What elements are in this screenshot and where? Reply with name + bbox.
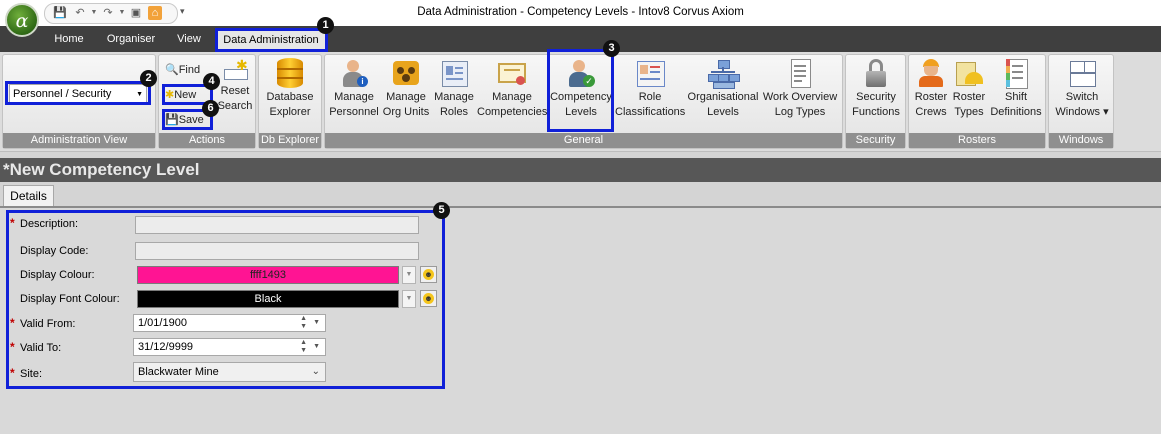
title-bar: α 💾 ↶ ▼ ↷ ▼ ▣ ⌂ ▾ Data Administration - … — [0, 0, 1161, 37]
group-label: Actions — [159, 133, 255, 148]
tab-organiser[interactable]: Organiser — [100, 26, 162, 52]
roster-types-label-2: Types — [954, 106, 984, 118]
callout-badge-3: 3 — [603, 40, 620, 57]
role-classifications-button[interactable]: Role Classifications — [615, 58, 685, 120]
shift-definitions-button[interactable]: Shift Definitions — [987, 58, 1045, 120]
manage-roles-button[interactable]: Manage Roles — [433, 58, 475, 120]
callout-badge-2: 2 — [140, 70, 157, 87]
callout-highlight-1 — [215, 28, 328, 52]
document-header: *New Competency Level — [0, 158, 1161, 182]
manage-personnel-label-2: Personnel — [329, 106, 379, 118]
shift-definitions-icon — [1000, 58, 1032, 89]
group-security: Security Functions Security — [845, 54, 906, 149]
manage-roles-label-1: Manage — [434, 91, 474, 103]
security-functions-label-2: Functions — [852, 106, 900, 118]
window-title: Data Administration - Competency Levels … — [417, 6, 744, 18]
switch-windows-button[interactable]: Switch Windows ▾ — [1051, 58, 1113, 120]
manage-org-units-button[interactable]: Manage Org Units — [382, 58, 430, 120]
callout-highlight-5 — [6, 210, 445, 389]
search-label: Search — [217, 100, 253, 112]
find-button[interactable]: 🔍Find — [165, 62, 200, 78]
roles-icon — [438, 58, 470, 88]
manage-roles-label-2: Roles — [439, 106, 469, 118]
tab-details[interactable]: Details — [3, 185, 54, 207]
log-types-icon — [784, 58, 816, 88]
switch-windows-label-2: Windows ▾ — [1055, 106, 1109, 118]
manage-org-units-label-1: Manage — [386, 91, 426, 103]
roster-crews-label-2: Crews — [915, 106, 947, 118]
manage-competencies-button[interactable]: Manage Competencies — [477, 58, 547, 120]
tab-home[interactable]: Home — [44, 26, 94, 52]
callout-badge-4: 4 — [203, 73, 220, 90]
callout-badge-5: 5 — [433, 202, 450, 219]
role-classifications-label-1: Role — [638, 91, 662, 103]
tab-view[interactable]: View — [168, 26, 210, 52]
group-label: General — [325, 133, 842, 148]
roster-types-button[interactable]: Roster Types — [951, 58, 987, 120]
roster-types-icon — [953, 58, 985, 88]
manage-competencies-label-2: Competencies — [477, 106, 548, 118]
database-icon — [274, 58, 306, 88]
security-functions-label-1: Security — [856, 91, 896, 103]
reset-search-button[interactable]: ✱ Reset Search — [217, 58, 253, 114]
personnel-icon: i — [338, 58, 370, 88]
roster-crews-button[interactable]: Roster Crews — [911, 58, 951, 120]
work-overview-log-types-label-2: Log Types — [774, 106, 826, 118]
group-windows: Switch Windows ▾ Windows — [1048, 54, 1114, 149]
shift-definitions-label-2: Definitions — [990, 106, 1042, 118]
group-label: Security — [846, 133, 905, 148]
work-overview-log-types-button[interactable]: Work Overview Log Types — [761, 58, 839, 120]
database-explorer-label-2: Explorer — [269, 106, 311, 118]
callout-highlight-2 — [5, 81, 151, 105]
work-overview-log-types-label-1: Work Overview — [762, 91, 838, 103]
callout-highlight-3 — [547, 49, 614, 132]
manage-org-units-label-2: Org Units — [382, 106, 430, 118]
group-label: Administration View — [3, 133, 155, 148]
manage-personnel-button[interactable]: i Manage Personnel — [329, 58, 379, 120]
group-label: Db Explorer — [259, 133, 321, 148]
competencies-icon — [496, 58, 528, 88]
organisational-levels-label-2: Levels — [707, 106, 739, 118]
magnifier-icon: 🔍 — [165, 64, 179, 76]
find-label: Find — [178, 64, 201, 76]
group-label: Windows — [1049, 133, 1113, 148]
group-rosters: Roster Crews Roster Types Shift Definiti… — [908, 54, 1046, 149]
callout-badge-1: 1 — [317, 17, 334, 34]
reset-search-icon: ✱ — [222, 58, 248, 80]
manage-personnel-label-1: Manage — [334, 91, 374, 103]
database-explorer-label-1: Database — [266, 91, 314, 103]
group-db-explorer: Database Explorer Db Explorer — [258, 54, 322, 149]
switch-windows-label-1: Switch — [1065, 91, 1099, 103]
roster-crews-icon — [915, 58, 947, 88]
padlock-icon — [860, 58, 892, 88]
app-logo-glyph: α — [15, 10, 29, 32]
organisational-levels-button[interactable]: Organisational Levels — [687, 58, 759, 120]
group-label: Rosters — [909, 133, 1045, 148]
shift-definitions-label-1: Shift — [1004, 91, 1027, 103]
role-classifications-label-2: Classifications — [615, 106, 686, 118]
security-functions-button[interactable]: Security Functions — [848, 58, 904, 120]
switch-windows-icon — [1066, 58, 1098, 88]
reset-label: Reset — [220, 85, 250, 97]
org-levels-icon — [707, 58, 740, 89]
database-explorer-button[interactable]: Database Explorer — [261, 58, 319, 120]
roster-crews-label-1: Roster — [914, 91, 948, 103]
org-units-icon — [390, 58, 422, 88]
page-title: *New Competency Level — [3, 160, 200, 179]
callout-badge-6: 6 — [202, 100, 219, 117]
role-classifications-icon — [634, 58, 666, 88]
organisational-levels-label-1: Organisational — [687, 91, 759, 103]
manage-competencies-label-1: Manage — [492, 91, 532, 103]
roster-types-label-1: Roster — [952, 91, 986, 103]
application-menu-button[interactable]: α — [5, 3, 39, 37]
